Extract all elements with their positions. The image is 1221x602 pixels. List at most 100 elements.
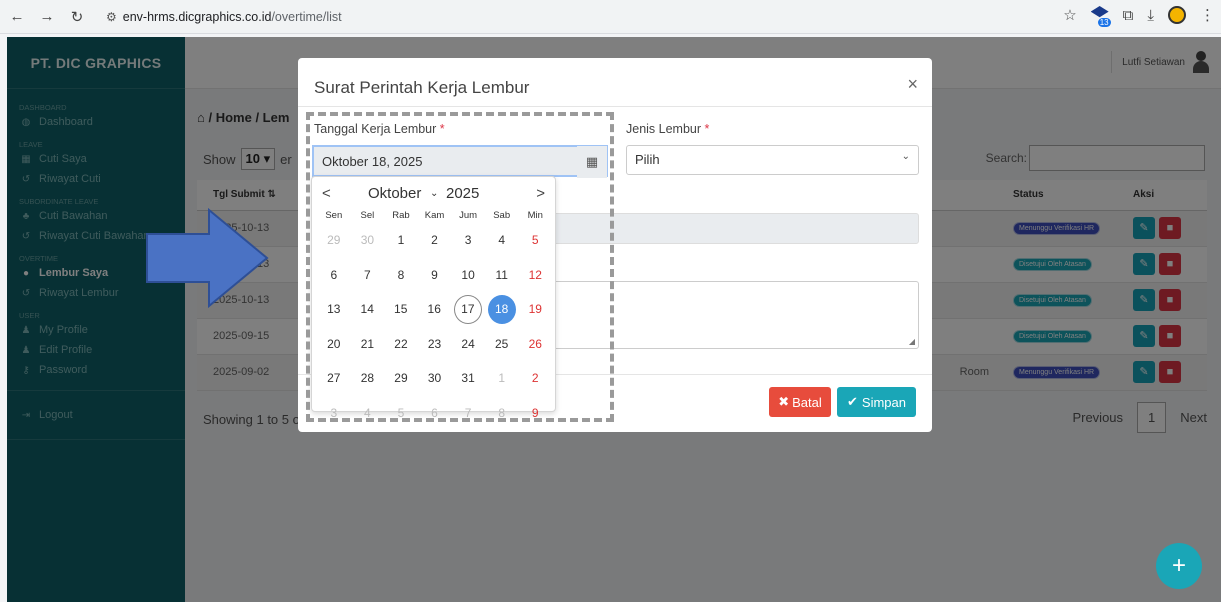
reload-icon[interactable]: ↻ — [66, 8, 88, 26]
calendar-day[interactable]: 2 — [518, 364, 552, 393]
save-label: Simpan — [861, 394, 906, 410]
readonly-field — [526, 213, 919, 244]
extension-badge-count: 13 — [1097, 18, 1111, 27]
datepicker-header: < Oktober ⌄ 2025 > — [312, 185, 555, 205]
modal-title: Surat Perintah Kerja Lembur — [314, 78, 530, 97]
calendar-day[interactable]: 13 — [317, 295, 350, 324]
weekday-label: Kam — [424, 209, 445, 221]
calendar-day[interactable]: 14 — [350, 295, 383, 324]
calendar-day[interactable]: 30 — [418, 364, 452, 393]
calendar-day[interactable]: 6 — [317, 260, 351, 289]
required-mark: * — [704, 122, 710, 136]
add-overtime-button[interactable]: + — [1156, 543, 1202, 589]
x-icon: ✖ — [778, 394, 790, 409]
calendar-day[interactable]: 1 — [384, 226, 418, 255]
year-select[interactable]: 2025 — [446, 185, 479, 202]
chevron-down-icon: ⌄ — [901, 151, 910, 162]
url-path: /overtime/list — [271, 10, 342, 24]
calendar-day[interactable]: 28 — [351, 364, 385, 393]
week-row: 20 21 22 23 24 25 26 — [317, 327, 552, 362]
download-icon[interactable]: ⤓ — [1147, 7, 1154, 24]
type-value: Pilih — [635, 152, 660, 167]
calendar-day[interactable]: 15 — [384, 295, 417, 324]
today-day[interactable]: 17 — [453, 294, 482, 324]
calendar-day[interactable]: 23 — [418, 329, 452, 358]
site-info-icon[interactable]: ⚙ — [106, 10, 117, 24]
close-icon[interactable]: × — [907, 74, 918, 95]
back-arrow-icon[interactable]: ← — [6, 8, 28, 25]
extensions-puzzle-icon[interactable]: ⧉ — [1123, 7, 1134, 24]
week-row: 27 28 29 30 31 1 2 — [317, 361, 552, 396]
calendar-day[interactable]: 16 — [417, 295, 450, 324]
calendar-day[interactable]: 5 — [518, 226, 552, 255]
date-value: Oktober 18, 2025 — [322, 154, 423, 169]
calendar-day[interactable]: 9 — [518, 398, 552, 427]
calendar-day[interactable]: 25 — [485, 329, 519, 358]
calendar-day[interactable]: 5 — [384, 398, 418, 427]
week-row: 6 7 8 9 10 11 12 — [317, 258, 552, 293]
calendar-day[interactable]: 26 — [518, 329, 552, 358]
weekday-label: Jum — [459, 209, 478, 221]
url-domain: env-hrms.dicgraphics.co.id — [122, 10, 272, 24]
week-row: 13 14 15 16 17 18 19 — [317, 292, 552, 327]
calendar-day[interactable]: 2 — [418, 226, 452, 255]
week-row: 3456789 — [317, 396, 552, 431]
calendar-day[interactable]: 20 — [317, 329, 351, 358]
calendar-day[interactable]: 3 — [451, 226, 485, 255]
calendar-day[interactable]: 31 — [451, 364, 485, 393]
date-label: Tanggal Kerja Lembur * — [314, 122, 445, 136]
pointer-arrow-annotation — [146, 208, 269, 308]
type-label-text: Jenis Lembur — [626, 122, 702, 136]
required-mark: * — [439, 122, 445, 136]
calendar-day[interactable]: 3 — [317, 398, 351, 427]
calendar-day[interactable]: 1 — [485, 364, 519, 393]
calendar-day[interactable]: 30 — [351, 226, 385, 255]
prev-month-icon[interactable]: < — [322, 185, 331, 202]
weekday-label: Sen — [325, 209, 343, 221]
calendar-day[interactable]: 27 — [317, 364, 351, 393]
month-select[interactable]: Oktober — [368, 185, 421, 202]
calendar-day[interactable]: 6 — [418, 398, 452, 427]
extension-graduation-icon[interactable]: 13 — [1090, 6, 1111, 27]
weekday-header-row: Sen Sel Rab Kam Jum Sab Min — [317, 207, 552, 223]
calendar-day[interactable]: 12 — [518, 260, 552, 289]
calendar-day[interactable]: 8 — [485, 398, 519, 427]
weekday-label: Sab — [493, 209, 511, 221]
calendar-day[interactable]: 8 — [384, 260, 418, 289]
browser-actions: ☆ 13 ⧉ ⤓ ⋮ — [1063, 6, 1215, 27]
bookmark-star-icon[interactable]: ☆ — [1063, 6, 1076, 24]
calendar-day[interactable]: 29 — [317, 226, 351, 255]
calendar-day[interactable]: 22 — [384, 329, 418, 358]
calendar-day[interactable]: 4 — [351, 398, 385, 427]
menu-kebab-icon[interactable]: ⋮ — [1200, 6, 1215, 24]
chevron-down-icon[interactable]: ⌄ — [430, 188, 438, 199]
weekday-label: Rab — [392, 209, 410, 221]
calendar-day[interactable]: 10 — [451, 260, 485, 289]
calendar-day[interactable]: 9 — [418, 260, 452, 289]
cancel-button[interactable]: ✖ Batal — [769, 387, 831, 417]
calendar-day[interactable]: 24 — [451, 329, 485, 358]
calendar-day[interactable]: 11 — [485, 260, 519, 289]
date-label-text: Tanggal Kerja Lembur — [314, 122, 437, 136]
overtime-date-field[interactable]: Oktober 18, 2025 ▦ — [312, 145, 608, 178]
selected-day[interactable]: 18 — [487, 294, 516, 324]
calendar-day[interactable]: 21 — [351, 329, 385, 358]
calendar-day[interactable]: 7 — [451, 398, 485, 427]
resize-grip-icon[interactable]: ◢ — [909, 337, 915, 346]
next-month-icon[interactable]: > — [536, 185, 545, 202]
calendar-day[interactable]: 19 — [519, 295, 552, 324]
forward-arrow-icon[interactable]: → — [36, 8, 58, 25]
calendar-day[interactable]: 29 — [384, 364, 418, 393]
weekday-label: Min — [527, 209, 543, 221]
browser-toolbar: ← → ↻ ⚙ env-hrms.dicgraphics.co.id/overt… — [0, 0, 1221, 34]
overtime-type-select[interactable]: Pilih ⌄ — [626, 145, 919, 175]
calendar-day[interactable]: 4 — [485, 226, 519, 255]
description-textarea[interactable]: ◢ — [526, 281, 919, 349]
weekday-label: Sel — [360, 209, 375, 221]
profile-avatar-icon[interactable] — [1168, 6, 1186, 24]
save-button[interactable]: ✔ Simpan — [837, 387, 916, 417]
cancel-label: Batal — [792, 394, 822, 410]
calendar-icon[interactable]: ▦ — [577, 146, 607, 178]
calendar-day[interactable]: 7 — [351, 260, 385, 289]
address-bar[interactable]: ⚙ env-hrms.dicgraphics.co.id/overtime/li… — [106, 5, 1206, 29]
